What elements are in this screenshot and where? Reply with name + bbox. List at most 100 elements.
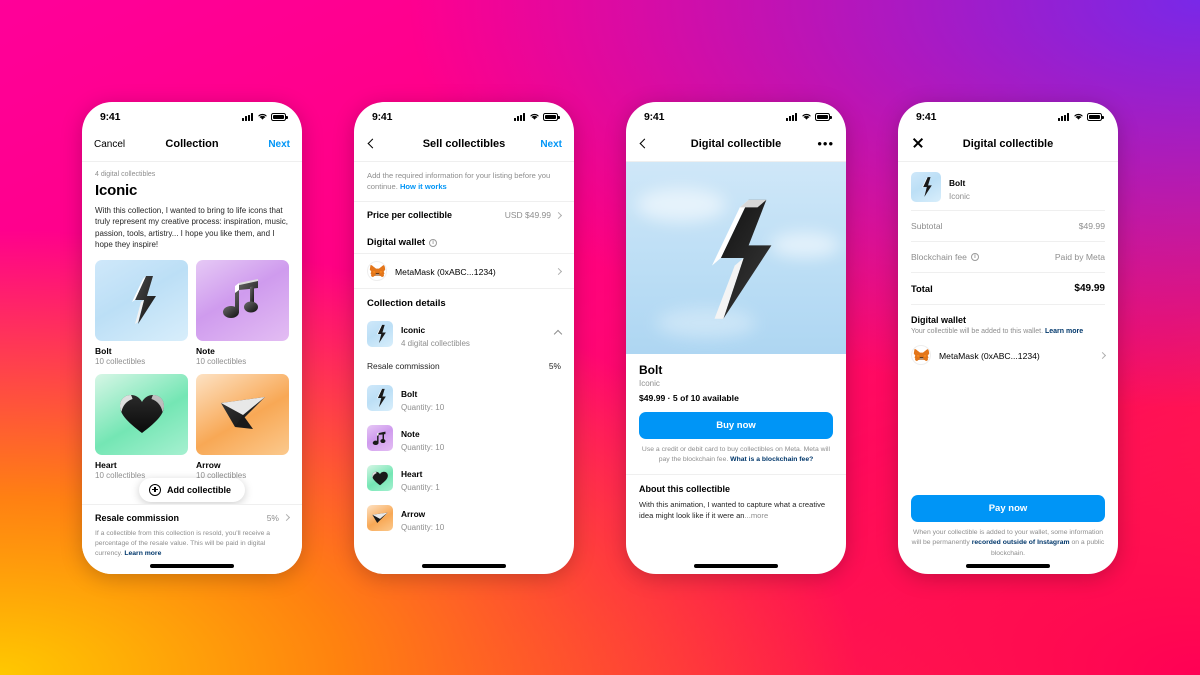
cancel-button[interactable]: Cancel — [94, 139, 125, 150]
bolt-icon — [367, 385, 393, 412]
total-row: Total $49.99 — [898, 275, 1118, 302]
price-per-collectible-row[interactable]: Price per collectible USD $49.99 — [354, 201, 574, 228]
music-note-icon — [196, 259, 289, 341]
list-item[interactable]: Heart Quantity: 1 — [354, 458, 574, 498]
battery-icon — [1087, 112, 1104, 121]
item-text: Heart Quantity: 1 — [401, 464, 440, 492]
wallet-desc-text: Your collectible will be added to this w… — [911, 327, 1045, 335]
collectible-hero-image — [626, 161, 846, 354]
digital-wallet-heading: Digital wallet i — [354, 228, 574, 253]
wallet-row[interactable]: MetaMask (0xABC...1234) — [354, 253, 574, 288]
resale-fineprint-text: If a collectible from this collection is… — [95, 529, 271, 558]
card-title: Note — [196, 345, 215, 356]
item-quantity: Quantity: 10 — [401, 443, 445, 453]
bolt-3d-icon — [711, 199, 772, 319]
resale-commission-row[interactable]: Resale commission 5% — [95, 512, 291, 523]
add-collectible-button[interactable]: Add collectible — [138, 477, 246, 502]
learn-more-link[interactable]: Learn more — [124, 550, 161, 557]
back-button[interactable] — [366, 138, 378, 150]
list-item[interactable]: Note Quantity: 10 — [354, 418, 574, 458]
chevron-right-icon — [1098, 351, 1107, 359]
collectible-price: $49.99 · 5 of 10 available — [639, 392, 739, 403]
sell-body: Add the required information for your li… — [354, 162, 574, 574]
recorded-outside-link[interactable]: recorded outside of Instagram — [972, 539, 1070, 546]
total-label: Total — [911, 282, 933, 294]
resale-percent: 5% — [266, 512, 279, 523]
heart-icon — [367, 465, 393, 492]
chevron-up-icon[interactable] — [553, 329, 563, 339]
more-link[interactable]: ...more — [745, 511, 769, 520]
resale-label: Resale commission — [95, 512, 180, 523]
collectible-card[interactable]: Heart 10 collectibles — [95, 373, 188, 480]
phone-mockup-stage: 9:41 Cancel Collection Next 4 digital co… — [0, 0, 1200, 675]
about-text: With this animation, I wanted to capture… — [639, 499, 833, 521]
card-subtitle: 10 collectibles — [196, 356, 247, 366]
learn-more-link[interactable]: Learn more — [1045, 328, 1083, 335]
resale-value: 5% — [266, 512, 291, 523]
wallet-heading: Digital wallet — [911, 314, 967, 325]
bolt-icon — [95, 259, 188, 341]
collection-row[interactable]: Iconic 4 digital collectibles — [354, 314, 574, 354]
status-time: 9:41 — [100, 110, 121, 123]
blockchain-fee-row: Blockchain fee i Paid by Meta — [898, 244, 1118, 270]
divider — [911, 303, 1105, 305]
list-item[interactable]: Bolt Quantity: 10 — [354, 378, 574, 418]
status-bar: 9:41 — [626, 102, 846, 128]
digital-wallet-label: Digital wallet — [367, 237, 426, 249]
collection-text: Iconic 4 digital collectibles — [401, 320, 470, 348]
chevron-right-icon — [554, 211, 563, 219]
next-button[interactable]: Next — [540, 139, 562, 150]
card-subtitle: 10 collectibles — [95, 356, 146, 366]
back-button[interactable] — [638, 138, 650, 150]
price-label: Price per collectible — [367, 210, 453, 221]
buy-now-button[interactable]: Buy now — [639, 411, 833, 439]
status-bar: 9:41 — [354, 102, 574, 128]
bolt-icon — [367, 321, 393, 348]
close-icon — [912, 137, 924, 149]
collectible-card[interactable]: Bolt 10 collectibles — [95, 259, 188, 366]
collectible-card[interactable]: Arrow 10 collectibles — [196, 373, 289, 480]
wifi-icon — [1073, 113, 1083, 120]
intro-copy: Add the required information for your li… — [367, 170, 551, 192]
blockchain-fee-value: Paid by Meta — [1054, 251, 1105, 262]
cellular-bars-icon — [1058, 112, 1069, 121]
item-name: Bolt — [949, 177, 966, 188]
status-time: 9:41 — [644, 110, 665, 123]
how-it-works-link[interactable]: How it works — [400, 182, 447, 191]
item-quantity: Quantity: 1 — [401, 483, 440, 493]
item-name: Heart — [401, 469, 423, 480]
price-value: USD $49.99 — [504, 210, 551, 221]
home-indicator — [150, 564, 234, 568]
info-icon[interactable]: i — [429, 238, 438, 247]
arrow-icon — [367, 505, 393, 532]
pay-now-button[interactable]: Pay now — [911, 494, 1105, 522]
wallet-name: MetaMask (0xABC...1234) — [395, 267, 496, 278]
list-item[interactable]: Arrow Quantity: 10 — [354, 498, 574, 538]
blockchain-fee-link[interactable]: What is a blockchain fee? — [730, 456, 813, 463]
info-icon[interactable]: i — [970, 252, 979, 261]
wallet-name: MetaMask (0xABC...1234) — [939, 351, 1040, 361]
divider — [911, 271, 1105, 273]
item-text: Arrow Quantity: 10 — [401, 504, 444, 532]
collectible-card[interactable]: Note 10 collectibles — [196, 259, 289, 366]
collectible-grid: Bolt 10 collectibles Note 10 collectible… — [95, 259, 289, 480]
wallet-row[interactable]: MetaMask (0xABC...1234) — [898, 337, 1118, 371]
page-title: Digital collectible — [962, 138, 1054, 150]
status-icons — [514, 112, 560, 121]
next-button[interactable]: Next — [268, 139, 290, 150]
detail-body: Bolt Iconic $49.99 · 5 of 10 available B… — [626, 161, 846, 574]
resale-label: Resale commission — [367, 361, 440, 372]
buy-note: Use a credit or debit card to buy collec… — [639, 445, 833, 466]
about-heading: About this collectible — [639, 483, 731, 494]
phone-collection-editor: 9:41 Cancel Collection Next 4 digital co… — [82, 101, 302, 574]
nav-bar: Digital collectible ••• — [626, 128, 846, 162]
close-button[interactable] — [910, 137, 924, 152]
resale-footer: Resale commission 5% If a collectible fr… — [82, 503, 302, 574]
wallet-name-group: MetaMask (0xABC...1234) — [939, 346, 1040, 364]
home-indicator — [966, 564, 1050, 568]
subtotal-value: $49.99 — [1078, 220, 1105, 231]
phone-checkout: 9:41 Digital collectible Bolt Iconic Sub… — [898, 101, 1118, 574]
collectible-collection: Iconic — [639, 378, 660, 388]
item-name: Arrow — [401, 509, 426, 520]
collectible-count: 4 digital collectibles — [95, 170, 156, 178]
